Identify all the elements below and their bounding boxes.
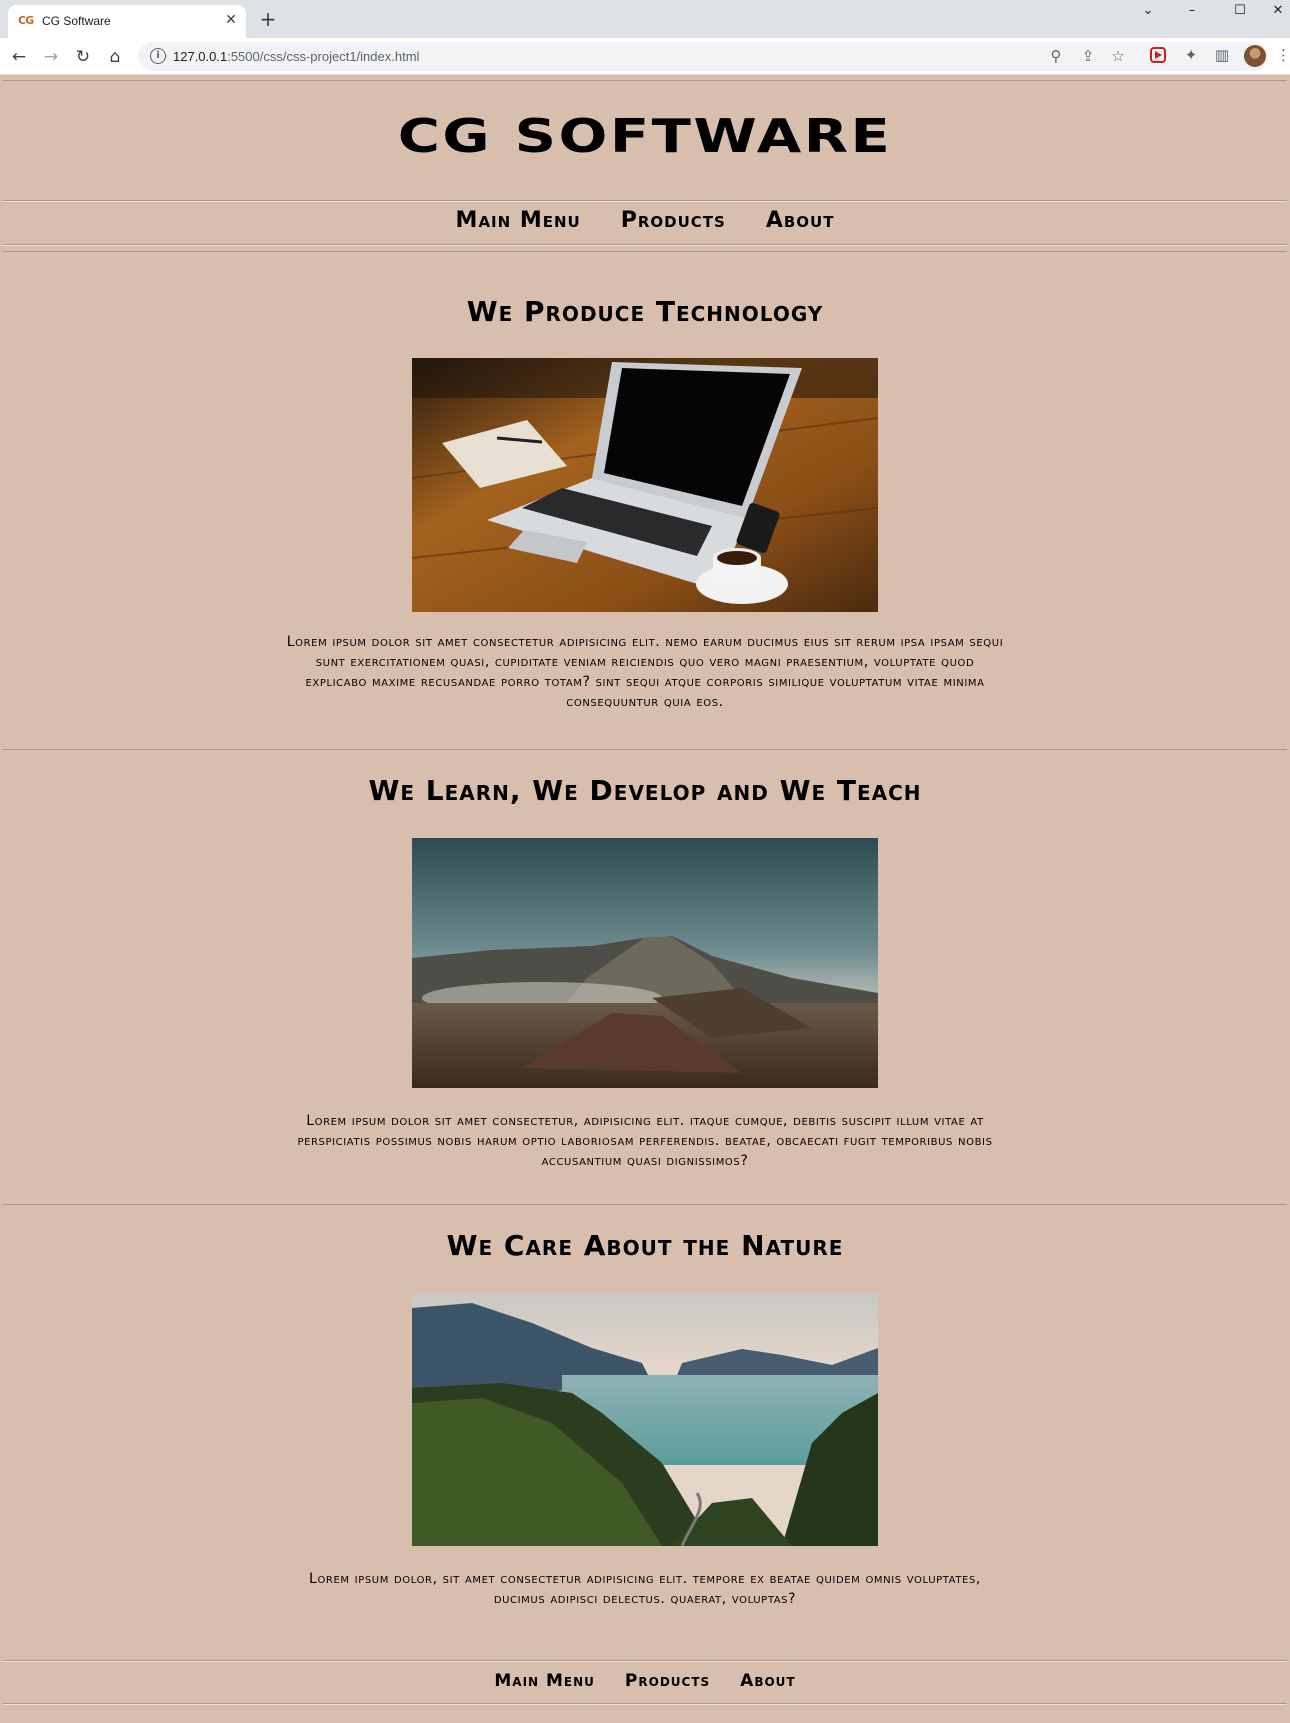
puzzle-icon[interactable]: ✦ — [1181, 45, 1201, 65]
divider — [3, 1703, 1287, 1705]
page-body: CG SOFTWARE Main Menu Products About We Pr… — [0, 76, 1290, 1723]
footer-link-main-menu[interactable]: Main Menu — [494, 1669, 595, 1693]
section-title: We Care About the Nature — [446, 1229, 844, 1262]
minimize-icon[interactable]: – — [1170, 0, 1214, 22]
star-icon[interactable]: ☆ — [1108, 46, 1128, 66]
lake-picture — [412, 1293, 878, 1546]
share-icon[interactable]: ⇪ — [1078, 46, 1098, 66]
arrow-left-icon[interactable]: ← — [7, 45, 31, 69]
maximize-icon[interactable]: ☐ — [1218, 0, 1262, 22]
reload-icon[interactable]: ↻ — [71, 45, 95, 69]
divider — [3, 80, 1287, 81]
tab-title: CG Software — [42, 14, 111, 28]
divider — [3, 1204, 1287, 1205]
footer-nav: Main Menu Products About — [0, 1669, 1290, 1693]
browser-tab[interactable]: CG CG Software ✕ — [8, 5, 246, 38]
home-icon[interactable]: ⌂ — [103, 45, 127, 69]
info-icon[interactable]: i — [150, 48, 166, 64]
nav-link-about[interactable]: About — [766, 206, 835, 236]
favicon-icon: CG — [18, 14, 34, 27]
footer-link-about[interactable]: About — [740, 1669, 795, 1693]
window-close-icon[interactable]: ✕ — [1266, 0, 1290, 22]
new-tab-icon[interactable]: + — [258, 9, 278, 29]
address-bar[interactable]: i 127.0.0.1:5500/css/css-project1/index.… — [138, 42, 1268, 71]
section-text: Lorem ipsum dolor sit amet consectetur, … — [297, 1113, 993, 1169]
zoom-icon[interactable]: ⚲ — [1046, 46, 1066, 66]
divider — [3, 1660, 1287, 1662]
volcano-picture — [412, 838, 878, 1088]
divider — [3, 244, 1287, 246]
kebab-menu-icon[interactable]: ⋮ — [1276, 45, 1290, 65]
arrow-right-icon[interactable]: → — [39, 45, 63, 69]
main-nav: Main Menu Products About — [0, 206, 1290, 236]
divider — [3, 749, 1287, 750]
close-icon[interactable]: ✕ — [222, 11, 240, 29]
side-panel-icon[interactable]: ▥ — [1212, 45, 1232, 65]
section-text: Lorem ipsum dolor sit amet consectetur a… — [286, 634, 1004, 710]
avatar[interactable] — [1244, 45, 1266, 67]
section-text: Lorem ipsum dolor, sit amet consectetur … — [309, 1571, 981, 1607]
extension-icon[interactable] — [1150, 47, 1166, 63]
divider — [3, 200, 1287, 202]
url-text: 127.0.0.1:5500/css/css-project1/index.ht… — [173, 49, 420, 64]
section-title: We Produce Technology — [466, 295, 824, 328]
browser-toolbar: ← → ↻ ⌂ i 127.0.0.1:5500/css/css-project… — [0, 38, 1290, 75]
laptop-picture — [412, 358, 878, 612]
nav-link-main-menu[interactable]: Main Menu — [456, 206, 581, 236]
laptop-image — [412, 358, 878, 612]
divider — [3, 251, 1287, 252]
section-title: We Learn, We Develop and We Teach — [368, 774, 922, 807]
footer-link-products[interactable]: Products — [625, 1669, 710, 1693]
tab-search-chevron-icon[interactable]: ⌄ — [1126, 0, 1170, 22]
nav-link-products[interactable]: Products — [621, 206, 726, 236]
lake-image — [412, 1293, 878, 1546]
volcano-image — [412, 838, 878, 1088]
browser-tab-strip: CG CG Software ✕ + ⌄ – ☐ ✕ — [0, 0, 1290, 38]
site-title: CG SOFTWARE — [397, 109, 893, 163]
